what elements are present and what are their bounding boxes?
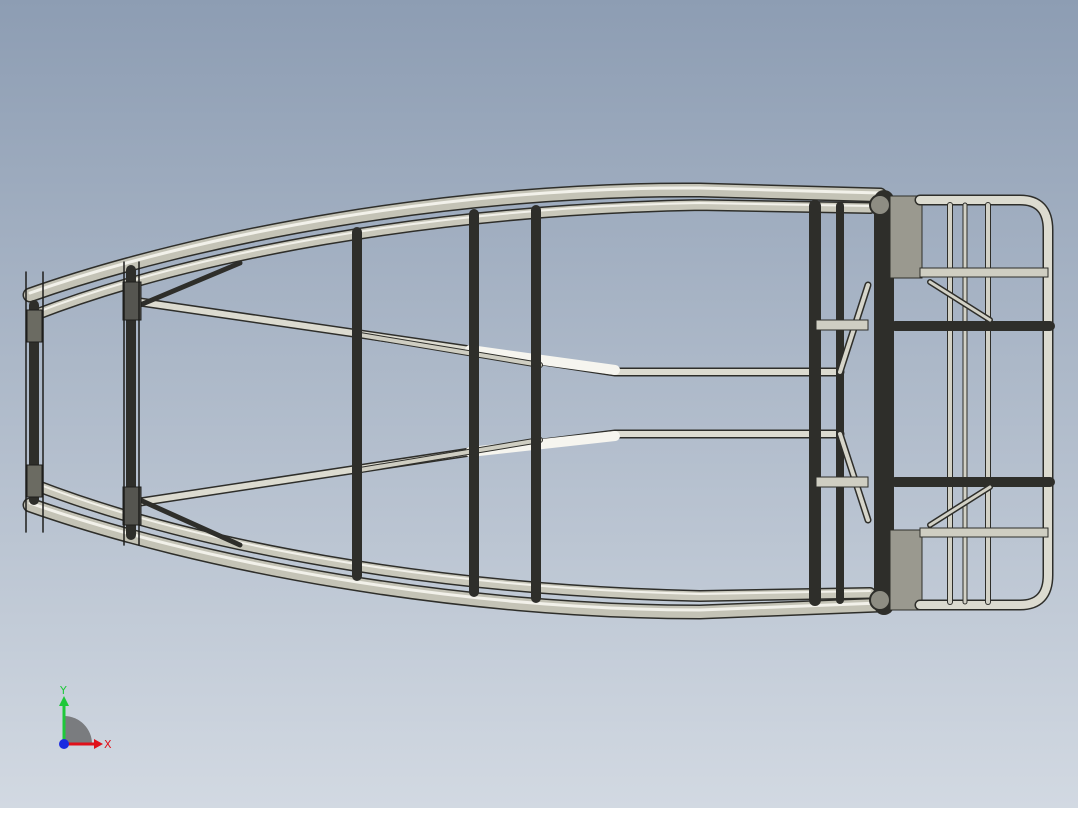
triad-arc-shading: [64, 716, 92, 744]
graphics-viewport[interactable]: Y X: [0, 0, 1078, 808]
x-axis-label: X: [104, 738, 112, 751]
front-plate-upper[interactable]: [889, 195, 923, 279]
y-axis-label: Y: [59, 684, 67, 697]
z-axis-dot: [59, 739, 69, 749]
frame-model-view[interactable]: [0, 0, 1078, 808]
front-plate-lower[interactable]: [889, 529, 923, 611]
axis-triad[interactable]: Y X: [40, 680, 130, 770]
